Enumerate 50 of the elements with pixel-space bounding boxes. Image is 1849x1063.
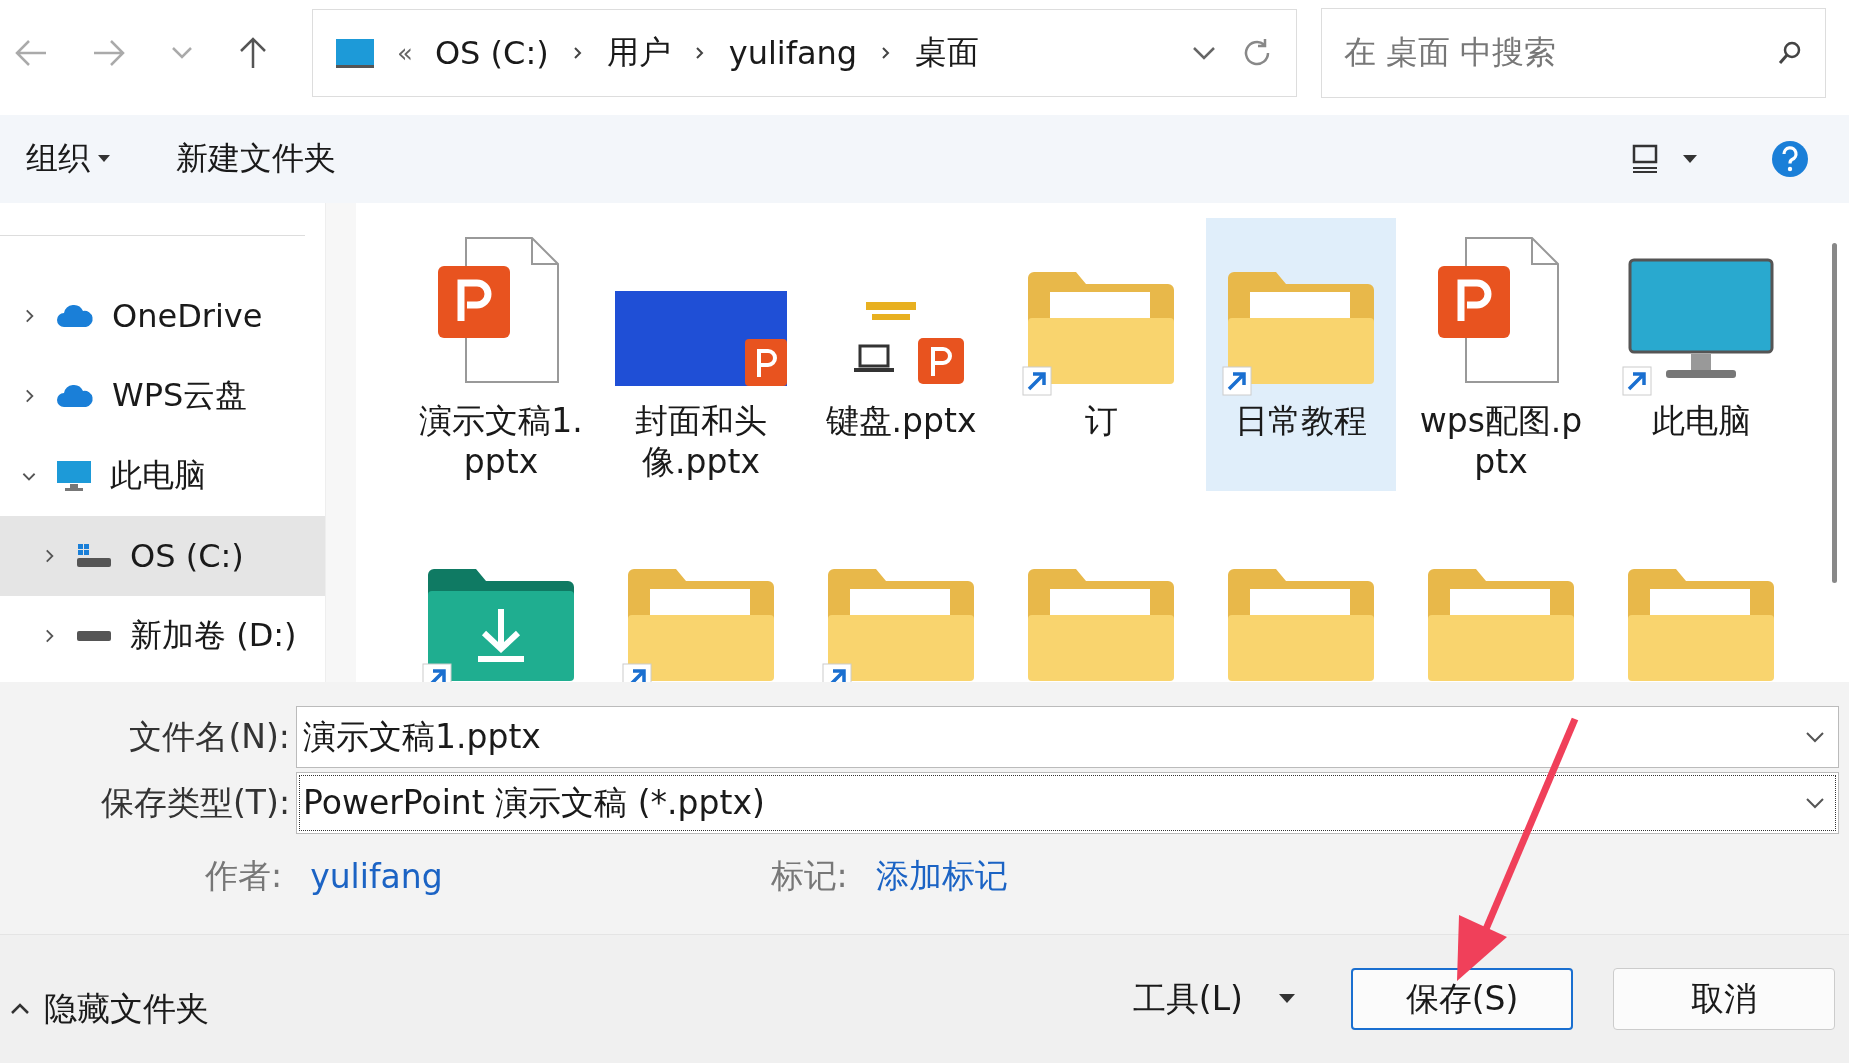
caret-icon bbox=[1279, 994, 1295, 1004]
breadcrumb-item[interactable]: yulifang bbox=[728, 33, 858, 72]
monitor-icon bbox=[56, 460, 92, 492]
drive-icon bbox=[76, 542, 112, 570]
monitor-icon bbox=[335, 36, 375, 69]
breadcrumb-item[interactable]: OS (C:) bbox=[434, 33, 549, 72]
file-item[interactable]: 封面和头像.pptx bbox=[606, 218, 796, 491]
new-folder-button[interactable]: 新建文件夹 bbox=[170, 136, 342, 182]
caret-icon bbox=[98, 155, 110, 163]
field-label: 文件名(N): bbox=[128, 715, 291, 758]
chevron-up-icon bbox=[10, 1002, 30, 1016]
add-tags-link[interactable]: 添加标记 bbox=[875, 853, 1008, 899]
sidebar-item[interactable]: OneDrive bbox=[0, 276, 325, 356]
caret-icon[interactable] bbox=[1683, 154, 1697, 164]
file-item[interactable]: 演示文稿1.pptx bbox=[406, 218, 596, 491]
organize-menu[interactable]: 组织 bbox=[20, 136, 116, 182]
file-item[interactable]: 此电脑 bbox=[1606, 218, 1796, 491]
file-item[interactable]: 键盘.pptx bbox=[806, 218, 996, 491]
sidebar-item[interactable]: 新加卷 (D:) bbox=[0, 596, 325, 676]
help-icon[interactable] bbox=[1771, 140, 1809, 178]
chevron-down-icon[interactable] bbox=[1804, 730, 1826, 744]
chevron-down-icon[interactable] bbox=[1804, 796, 1826, 810]
address-bar[interactable]: « OS (C:) 用户 yulifang 桌面 bbox=[312, 8, 1297, 97]
file-item[interactable]: 日常教程 bbox=[1206, 218, 1396, 491]
author-label: 作者: bbox=[205, 854, 283, 897]
breadcrumb-item[interactable]: 用户 bbox=[606, 30, 671, 75]
overflow-marker[interactable]: « bbox=[397, 37, 413, 68]
author-link[interactable]: yulifang bbox=[310, 856, 443, 896]
file-type-dropdown[interactable]: PowerPoint 演示文稿 (*.pptx) bbox=[296, 772, 1839, 834]
cloud-icon bbox=[56, 303, 94, 329]
file-name-field[interactable]: 演示文稿1.pptx bbox=[296, 706, 1839, 768]
tags-label: 标记: bbox=[770, 854, 848, 897]
view-icon[interactable] bbox=[1631, 144, 1659, 174]
sidebar-item[interactable]: WPS云盘 bbox=[0, 356, 325, 436]
drive-icon bbox=[76, 629, 112, 643]
cancel-button[interactable]: 取消 bbox=[1613, 968, 1835, 1030]
field-label: 保存类型(T): bbox=[99, 781, 291, 824]
file-item[interactable]: wps配图.pptx bbox=[1406, 218, 1596, 491]
sidebar-item[interactable]: 此电脑 bbox=[0, 436, 325, 516]
search-icon[interactable] bbox=[1777, 39, 1803, 66]
scrollbar[interactable] bbox=[1832, 243, 1837, 583]
hide-folders-button[interactable]: 隐藏文件夹 bbox=[4, 985, 215, 1033]
breadcrumb-item[interactable]: 桌面 bbox=[915, 30, 980, 75]
tools-menu[interactable]: 工具(L) bbox=[1126, 975, 1301, 1023]
save-button[interactable]: 保存(S) bbox=[1351, 968, 1573, 1030]
cloud-icon bbox=[56, 383, 94, 409]
file-item[interactable]: 订 bbox=[1006, 218, 1196, 491]
sidebar-item[interactable]: OS (C:) bbox=[0, 516, 325, 596]
up-arrow-icon[interactable] bbox=[238, 35, 268, 70]
search-field[interactable]: 在 桌面 中搜索 bbox=[1321, 7, 1826, 98]
